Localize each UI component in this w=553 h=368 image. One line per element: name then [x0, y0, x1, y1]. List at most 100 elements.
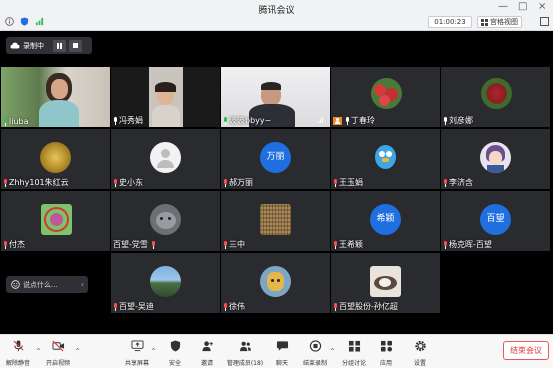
chat-placeholder: 说点什么... [23, 280, 58, 289]
avatar [41, 204, 72, 235]
avatar-text: 百望 [480, 204, 511, 235]
close-button[interactable]: × [538, 2, 546, 12]
video-tile-liuyanna[interactable]: 刘彦娜 [441, 67, 550, 127]
mic-muted-icon [333, 302, 338, 311]
recording-bar: 录制中 [6, 37, 92, 54]
video-tile-sunyichao[interactable]: 百望股份-孙亿超 [331, 253, 440, 313]
avatar-text: 希颖 [370, 204, 401, 235]
participant-name: 丁春玲 [351, 116, 375, 125]
participant-name: 杨克晖-百望 [449, 240, 492, 249]
maximize-button[interactable]: □ [518, 2, 527, 12]
avatar-text: 万丽 [260, 142, 291, 173]
shield-icon [170, 340, 180, 352]
title-bar: 腾讯会议 — □ × 01:00:23 宫格视图 [0, 0, 553, 31]
mic-muted-icon [333, 178, 338, 187]
video-tile-fujie[interactable]: 付杰 [1, 191, 110, 251]
cat-avatar-icon [370, 266, 401, 297]
host-icon [333, 116, 342, 125]
participant-name: 波波bbyy~ [229, 116, 272, 125]
end-meeting-button[interactable]: 结束会议 [503, 341, 549, 360]
video-tile-fengxiujuan[interactable]: 冯秀娟 [111, 67, 220, 127]
video-tile-wudi[interactable]: 百望-吴迪 [111, 253, 220, 313]
meeting-window: 腾讯会议 — □ × 01:00:23 宫格视图 录制中 liuba 冯秀娟 波… [0, 0, 553, 368]
mic-icon [223, 116, 228, 125]
participant-name: 徐伟 [229, 302, 245, 311]
mic-muted-icon [443, 178, 448, 187]
settings-button[interactable]: 设置 [400, 339, 440, 367]
video-tile-zhuhongyun[interactable]: Zhhy101朱红云 [1, 129, 110, 189]
mic-icon [443, 116, 448, 125]
video-tile-liuba[interactable]: liuba [1, 67, 110, 127]
mic-icon [3, 117, 8, 126]
shield-icon[interactable] [20, 17, 29, 26]
participant-name: 李济含 [449, 178, 473, 187]
mic-muted-icon [113, 178, 118, 187]
recording-label: 录制中 [23, 41, 44, 50]
caret-up-icon[interactable]: ^ [75, 348, 80, 355]
video-tile-yangkehui[interactable]: 百望 杨克晖-百望 [441, 191, 550, 251]
participant-name: 付杰 [9, 240, 25, 249]
participant-name: Zhhy101朱红云 [9, 178, 69, 187]
breakout-icon [348, 340, 360, 352]
avatar [480, 142, 511, 173]
emoji-icon[interactable] [11, 280, 20, 289]
video-off-icon [52, 340, 64, 352]
cloud-icon [10, 42, 20, 49]
participant-name: 王玉娟 [339, 178, 363, 187]
video-tile-sanzhong[interactable]: 三中 [221, 191, 330, 251]
participant-name: 郝万丽 [229, 178, 253, 187]
video-tile-bobo[interactable]: 波波bbyy~ [221, 67, 330, 127]
chevron-left-icon[interactable]: ‹ [81, 280, 84, 289]
video-label: 开启视频 [45, 360, 70, 367]
apps-icon [380, 340, 392, 352]
info-icon[interactable] [5, 17, 14, 26]
fullscreen-icon[interactable] [540, 17, 549, 26]
add-user-icon [201, 341, 213, 352]
participant-name: 三中 [229, 240, 245, 249]
stop-recording-button[interactable] [69, 39, 82, 52]
mic-muted-icon [3, 240, 8, 249]
signal-icon[interactable] [35, 17, 44, 26]
share-screen-label: 共享屏幕 [124, 360, 149, 367]
chat-input[interactable]: 说点什么... ‹ [6, 276, 88, 293]
participant-name: 刘彦娜 [449, 116, 473, 125]
video-tile-shixiaodong[interactable]: 史小东 [111, 129, 220, 189]
video-tile-lijihan[interactable]: 李济含 [441, 129, 550, 189]
unmute-button[interactable]: 解除静音 [0, 339, 38, 367]
mic-muted-icon [151, 240, 156, 249]
gear-icon [414, 340, 426, 352]
video-tile-haowanli[interactable]: 万丽 郝万丽 [221, 129, 330, 189]
video-tile-dingchunling[interactable]: 丁春玲 [331, 67, 440, 127]
bird-avatar-icon [370, 142, 401, 173]
meeting-timer: 01:00:23 [428, 16, 472, 28]
cat-avatar-icon [150, 204, 181, 235]
mic-muted-icon [223, 240, 228, 249]
mic-muted-icon [223, 178, 228, 187]
view-switch-label: 宫格视图 [490, 18, 518, 26]
unmute-label: 解除静音 [5, 360, 30, 367]
video-button[interactable]: 开启视频 [38, 339, 78, 367]
invite-button[interactable]: 邀请 [187, 339, 227, 367]
avatar [371, 78, 402, 109]
video-tile-wangxiying[interactable]: 希颖 王希颖 [331, 191, 440, 251]
end-recording-button[interactable]: 结束录制 [295, 339, 335, 367]
minimize-button[interactable]: — [498, 2, 508, 12]
manage-members-label: 管理成员(18) [226, 360, 264, 367]
signal-icon [318, 117, 325, 123]
mic-muted-icon [12, 340, 24, 352]
window-title: 腾讯会议 [258, 6, 295, 16]
video-tile-dangxue[interactable]: 百望-党雪 [111, 191, 220, 251]
video-tile-xuwei[interactable]: 徐伟 [221, 253, 330, 313]
pause-recording-button[interactable] [53, 39, 66, 52]
participant-name: 王希颖 [339, 240, 363, 249]
pause-icon [57, 42, 62, 49]
participant-name: 百望-吴迪 [119, 302, 154, 311]
mic-icon [345, 116, 350, 125]
mic-muted-icon [333, 240, 338, 249]
view-switch-button[interactable]: 宫格视图 [477, 16, 522, 28]
manage-members-button[interactable]: 管理成员(18) [225, 339, 265, 367]
video-tile-wangyujuan[interactable]: 王玉娟 [331, 129, 440, 189]
avatar [481, 78, 512, 109]
mic-muted-icon [223, 302, 228, 311]
avatar [150, 266, 181, 297]
